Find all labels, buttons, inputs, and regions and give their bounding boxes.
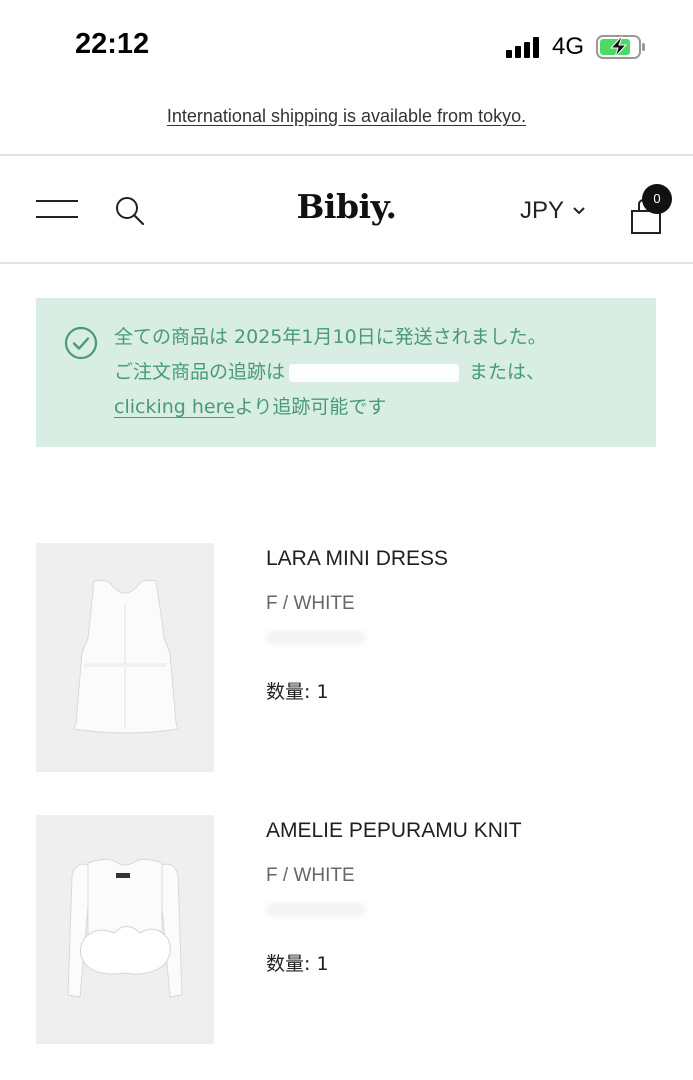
product-variant: F / WHITE [266, 865, 355, 886]
product-quantity: 数量: 1 [266, 953, 329, 975]
order-item: LARA MINI DRESS F / WHITE 数量: 1 [36, 543, 656, 773]
header-bottom-divider [0, 262, 693, 264]
currency-label: JPY [520, 197, 565, 224]
product-price-redacted [266, 903, 366, 917]
announcement-bar: International shipping is available from… [0, 106, 693, 127]
knit-image [67, 858, 183, 998]
status-time: 22:12 [75, 28, 150, 60]
menu-icon[interactable] [36, 200, 78, 220]
site-header: Bibiy. JPY [0, 157, 693, 263]
notice-line-1: 全ての商品は 2025年1月10日に発送されました。 [114, 326, 547, 348]
currency-selector[interactable]: JPY [520, 197, 586, 225]
search-icon[interactable] [114, 195, 146, 227]
notice-message: 全ての商品は 2025年1月10日に発送されました。 ご注文商品の追跡は または… [114, 320, 634, 425]
order-item: AMELIE PEPURAMU KNIT F / WHITE 数量: 1 [36, 815, 656, 1045]
signal-icon [506, 36, 542, 58]
redacted-tracking-link [289, 363, 460, 382]
network-type: 4G [552, 33, 585, 60]
product-image[interactable] [36, 543, 214, 772]
header-top-divider [0, 154, 693, 156]
notice-line-3: clicking hereより追跡可能です [114, 390, 634, 425]
shipping-notice: 全ての商品は 2025年1月10日に発送されました。 ご注文商品の追跡は または… [36, 298, 656, 447]
tracking-link[interactable]: clicking here [114, 396, 235, 418]
announcement-link[interactable]: International shipping is available from… [167, 106, 526, 126]
product-quantity: 数量: 1 [266, 681, 329, 703]
check-circle-icon [64, 326, 98, 360]
status-bar: 22:12 4G [0, 0, 693, 92]
notice-line-2-suffix: または、 [463, 361, 546, 383]
product-price-redacted [266, 631, 366, 645]
product-name[interactable]: AMELIE PEPURAMU KNIT [266, 819, 522, 843]
battery-charging-icon [596, 35, 645, 59]
notice-line-2: ご注文商品の追跡は または、 [114, 355, 634, 390]
site-logo[interactable]: Bibiy. [0, 187, 693, 226]
product-name[interactable]: LARA MINI DRESS [266, 547, 448, 571]
chevron-down-icon [573, 207, 585, 215]
notice-line-2-prefix: ご注文商品の追跡は [114, 361, 286, 383]
product-image[interactable] [36, 815, 214, 1044]
product-variant: F / WHITE [266, 593, 355, 614]
dress-image [73, 579, 179, 734]
notice-line-3-suffix: より追跡可能です [234, 396, 387, 418]
cart-count-badge[interactable]: 0 [642, 184, 672, 214]
